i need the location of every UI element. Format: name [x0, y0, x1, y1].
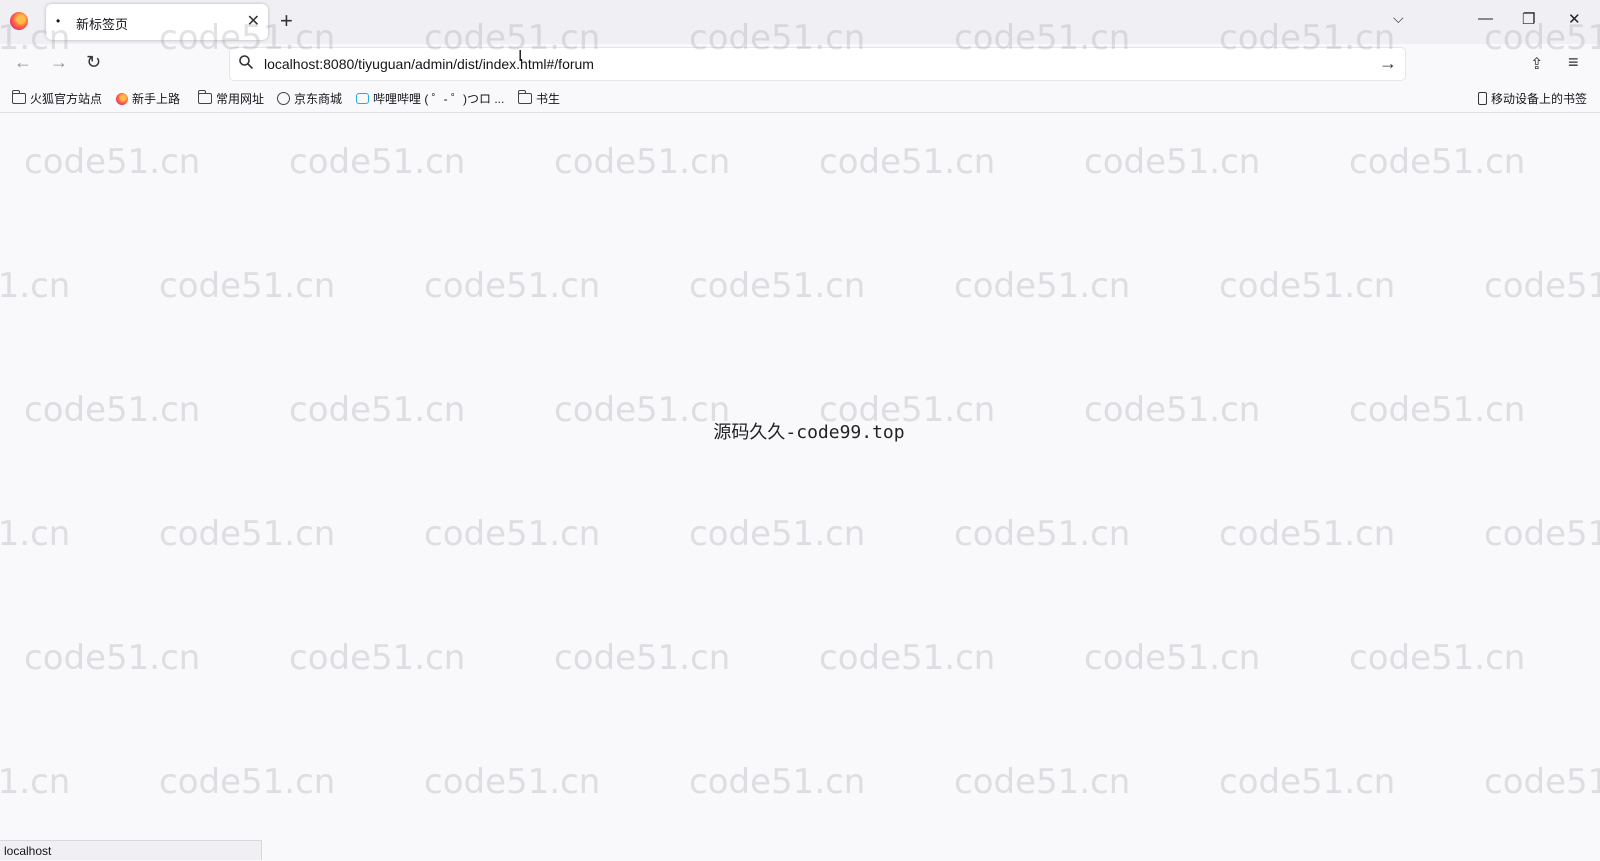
tab-close-icon[interactable]: ✕ — [247, 11, 260, 31]
url-bar[interactable]: localhost:8080/tiyuguan/admin/dist/index… — [230, 48, 1405, 80]
bookmarks-toolbar: 火狐官方站点 新手上路 常用网址 京东商城 哔哩哔哩 ( ゜- ゜)つロ ...… — [0, 84, 1600, 113]
bilibili-icon — [356, 93, 369, 104]
window-close-icon[interactable]: ✕ — [1568, 10, 1581, 28]
mobile-bookmarks[interactable]: 移动设备上的书签 — [1478, 90, 1587, 107]
bookmark-common-sites[interactable]: 常用网址 — [198, 90, 264, 107]
tab-new-tab[interactable]: • 新标签页 ✕ — [46, 4, 268, 40]
bookmark-jd-mall[interactable]: 京东商城 — [277, 90, 342, 107]
navigation-toolbar: ← → ↻ localhost:8080/tiyuguan/admin/dist… — [0, 44, 1600, 84]
back-button[interactable]: ← — [14, 52, 32, 73]
mobile-device-icon — [1478, 92, 1487, 105]
status-bar: localhost — [0, 840, 262, 860]
page-content: 源码久久-code99.top — [0, 113, 1600, 860]
folder-icon — [198, 90, 212, 104]
bookmark-label: 火狐官方站点 — [30, 92, 103, 106]
url-input[interactable]: localhost:8080/tiyuguan/admin/dist/index… — [264, 56, 594, 72]
new-tab-button[interactable]: + — [280, 8, 293, 34]
restore-icon[interactable]: ❐ — [1522, 10, 1535, 28]
bookmark-label: 移动设备上的书签 — [1491, 92, 1588, 106]
tab-title: 新标签页 — [76, 17, 129, 32]
bookmark-label: 京东商城 — [294, 92, 343, 106]
bookmark-label: 哔哩哔哩 ( ゜- ゜)つロ ... — [373, 92, 505, 106]
folder-icon — [518, 90, 532, 104]
bookmark-firefox-official[interactable]: 火狐官方站点 — [12, 90, 102, 107]
forward-button[interactable]: → — [50, 52, 68, 73]
tab-indicator-dot: • — [56, 14, 61, 28]
tab-strip: • 新标签页 ✕ + ⌵ — ❐ ✕ — [0, 0, 1600, 44]
reload-button[interactable]: ↻ — [86, 52, 101, 73]
go-arrow-icon[interactable]: → — [1379, 53, 1397, 74]
folder-icon — [12, 90, 26, 104]
bookmark-shusheng[interactable]: 书生 — [518, 90, 560, 107]
globe-icon — [277, 92, 290, 105]
extensions-icon[interactable]: ⇪ — [1530, 54, 1543, 74]
firefox-icon — [10, 12, 28, 30]
list-all-tabs-icon[interactable]: ⌵ — [1393, 10, 1404, 27]
minimize-icon[interactable]: — — [1478, 10, 1493, 27]
bookmark-label: 常用网址 — [216, 92, 265, 106]
bookmark-label: 新手上路 — [132, 92, 181, 106]
page-message: 源码久久-code99.top — [713, 422, 905, 443]
search-icon — [239, 55, 254, 70]
bookmark-bilibili[interactable]: 哔哩哔哩 ( ゜- ゜)つロ ... — [356, 90, 504, 107]
firefox-icon — [116, 92, 128, 105]
bookmark-getting-started[interactable]: 新手上路 — [116, 90, 180, 107]
bookmark-label: 书生 — [536, 92, 561, 106]
app-menu-icon[interactable]: ≡ — [1568, 52, 1579, 73]
